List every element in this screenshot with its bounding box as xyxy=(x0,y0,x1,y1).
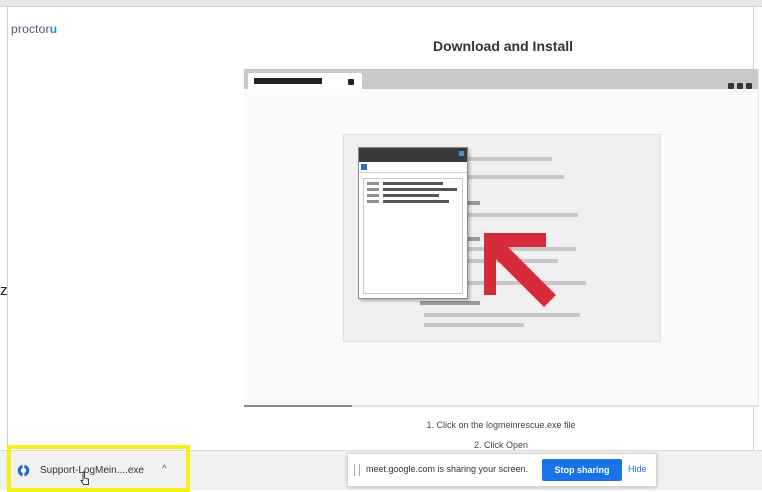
hand-cursor-icon xyxy=(80,471,89,485)
red-arrow-icon xyxy=(484,233,556,307)
logmein-rescue-icon xyxy=(17,464,30,477)
download-illustration xyxy=(343,134,661,342)
downloaded-file-name: Support-LogMein....exe xyxy=(40,465,144,476)
instruction-step-2: 2. Click Open xyxy=(473,440,529,450)
page-title: Download and Install xyxy=(433,38,574,54)
illustration-file-icon xyxy=(361,164,367,170)
screen-share-notification: meet.google.com is sharing your screen. … xyxy=(347,453,657,487)
demo-titlebar xyxy=(244,69,758,89)
instruction-step-1: 1. Click on the logmeinrescue.exe file xyxy=(426,420,576,430)
chevron-up-icon[interactable]: ^ xyxy=(162,464,167,475)
demo-tab-close-icon xyxy=(348,79,354,85)
illustration-download-popup xyxy=(358,147,468,299)
browser-top-strip xyxy=(0,0,762,7)
drag-handle-icon[interactable] xyxy=(354,464,360,476)
stop-sharing-button[interactable]: Stop sharing xyxy=(542,459,622,481)
demo-progress-fill xyxy=(244,405,352,407)
logo-mark: u xyxy=(49,22,58,36)
edge-glyph: z xyxy=(0,282,8,299)
demo-progress-track xyxy=(244,405,758,407)
demo-tab xyxy=(248,73,362,89)
demo-menu-dots-icon xyxy=(725,76,752,94)
screen-share-message: meet.google.com is sharing your screen. xyxy=(366,464,529,474)
left-border xyxy=(7,6,8,450)
hide-button[interactable]: Hide xyxy=(628,464,647,474)
logo-text: proctor xyxy=(11,22,50,36)
demo-tab-title-placeholder xyxy=(254,78,322,84)
downloaded-file-item[interactable]: Support-LogMein....exe ^ xyxy=(14,459,182,483)
proctoru-logo: proctoru xyxy=(11,22,57,36)
